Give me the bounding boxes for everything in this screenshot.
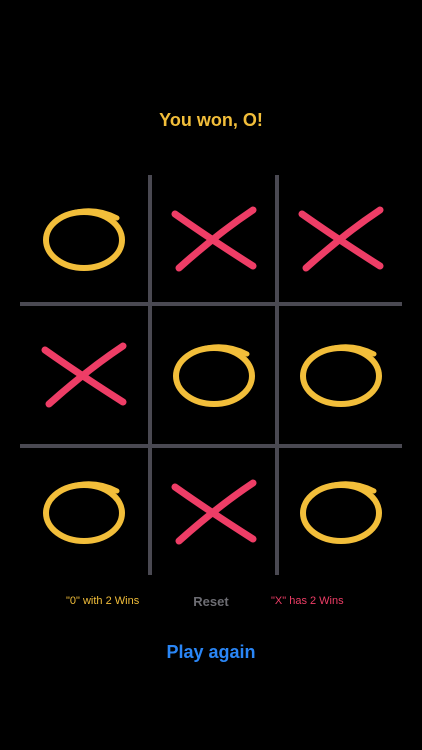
score-row: "0" with 2 Wins Reset "X" has 2 Wins	[0, 594, 422, 611]
game-board	[0, 0, 422, 750]
board-cell-4[interactable]	[20, 306, 148, 444]
play-again-button[interactable]: Play again	[0, 642, 422, 663]
o-mark-icon	[172, 344, 255, 407]
board-cell-6[interactable]	[279, 306, 402, 444]
board-cell-5[interactable]	[152, 306, 275, 444]
x-score-label: "X" has 2 Wins	[271, 595, 344, 607]
o-mark-icon	[43, 480, 125, 544]
reset-button[interactable]: Reset	[0, 594, 422, 609]
board-cell-2[interactable]	[152, 175, 275, 302]
board-cell-7[interactable]	[20, 448, 148, 575]
board-cell-8[interactable]	[152, 448, 275, 575]
x-mark-icon	[298, 206, 383, 271]
o-mark-icon	[299, 480, 382, 544]
x-mark-icon	[41, 342, 127, 408]
board-cell-3[interactable]	[279, 175, 402, 302]
o-mark-icon	[299, 344, 382, 407]
board-cell-9[interactable]	[279, 448, 402, 575]
x-mark-icon	[171, 479, 256, 544]
x-mark-icon	[171, 206, 256, 271]
board-cell-1[interactable]	[20, 175, 148, 302]
o-mark-icon	[43, 207, 125, 271]
